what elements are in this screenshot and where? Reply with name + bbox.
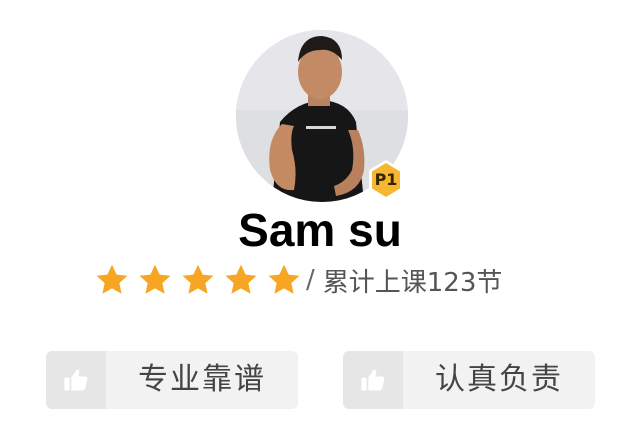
rating-row: / 累计上课123节 bbox=[94, 262, 502, 298]
thumbs-up-icon bbox=[361, 369, 385, 391]
star-icon bbox=[137, 262, 173, 298]
star-rating bbox=[94, 262, 306, 298]
level-badge-text: P1 bbox=[374, 170, 398, 189]
thumbs-up-icon bbox=[64, 369, 88, 391]
tag-icon-box bbox=[46, 351, 106, 409]
star-icon bbox=[180, 262, 216, 298]
level-badge: P1 bbox=[366, 158, 406, 202]
coach-name: Sam su bbox=[238, 204, 402, 256]
tag-label: 专业靠谱 bbox=[138, 362, 266, 397]
coach-avatar-container: P1 bbox=[236, 30, 408, 202]
tag-label: 认真负责 bbox=[435, 362, 563, 397]
lesson-count: 累计上课123节 bbox=[322, 267, 503, 298]
tag-responsible[interactable]: 认真负责 bbox=[343, 351, 595, 409]
star-icon bbox=[223, 262, 259, 298]
tag-icon-box bbox=[343, 351, 403, 409]
rating-separator: / bbox=[306, 265, 315, 295]
star-icon bbox=[266, 262, 302, 298]
tag-professional[interactable]: 专业靠谱 bbox=[46, 351, 298, 409]
star-icon bbox=[94, 262, 130, 298]
